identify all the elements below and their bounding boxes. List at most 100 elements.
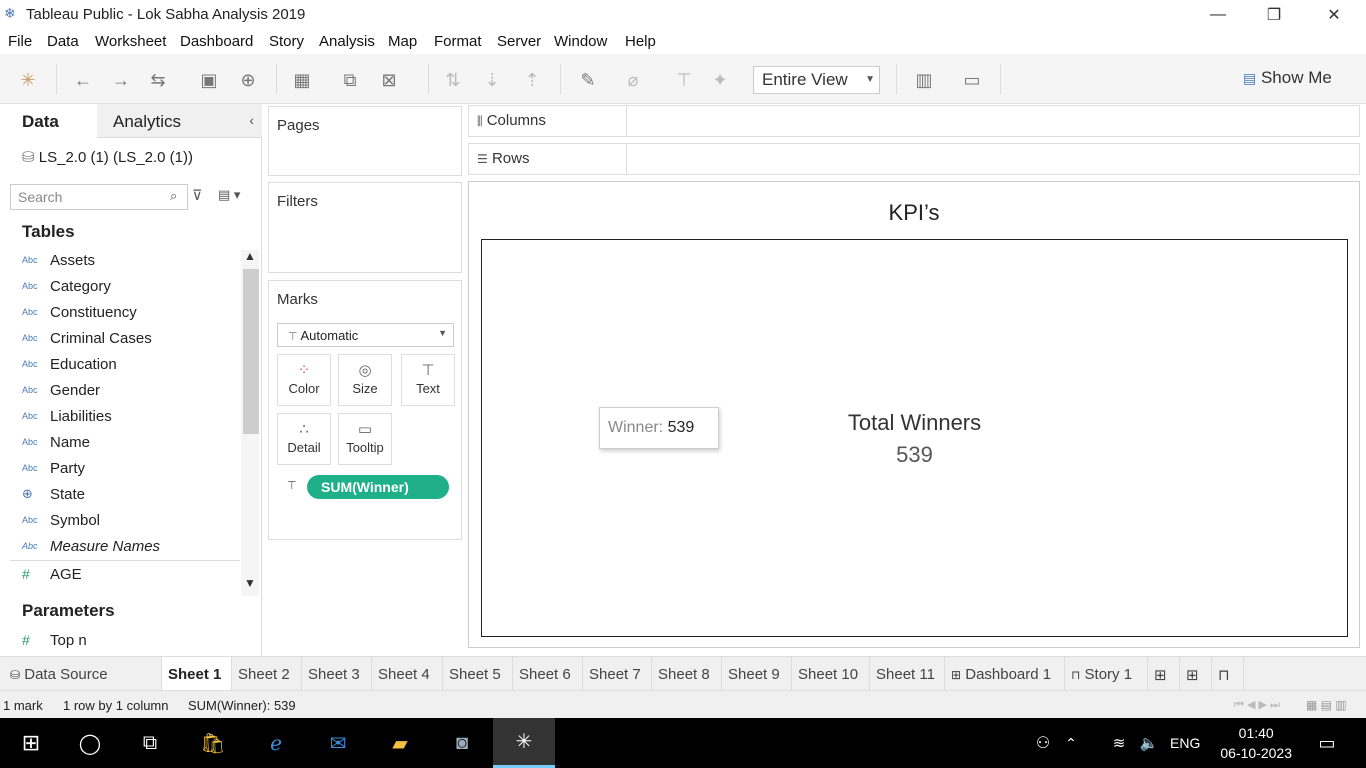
mark-type-select[interactable]: ⊤ Automatic ▼ [277, 323, 454, 347]
rows-shelf[interactable]: ☰ Rows [468, 143, 1360, 175]
camera-icon[interactable]: ◙ [431, 718, 493, 768]
tableau-home-icon[interactable]: ✳ [16, 68, 40, 92]
wifi-icon[interactable]: ≋ [1104, 718, 1134, 768]
scroll-down-icon[interactable]: ▼ [244, 576, 256, 590]
detail-button[interactable]: ∴ Detail [277, 413, 331, 465]
menu-help[interactable]: Help [625, 33, 656, 50]
menu-data[interactable]: Data [47, 33, 79, 50]
parameter-top-n[interactable]: # Top n [22, 627, 87, 653]
color-button[interactable]: ⁘ Color [277, 354, 331, 406]
language-indicator[interactable]: ENG [1170, 735, 1200, 751]
tab-data[interactable]: Data [0, 104, 97, 138]
labels-icon[interactable]: ⊤ [672, 68, 696, 92]
tab-sheet-10[interactable]: Sheet 10 [792, 657, 870, 690]
edge-browser-icon[interactable]: ℯ [245, 718, 307, 768]
duplicate-sheet-icon[interactable]: ⧉ [338, 68, 362, 92]
close-button[interactable]: ✕ [1306, 0, 1362, 30]
collapse-pane-icon[interactable]: ‹ [249, 112, 254, 128]
menu-map[interactable]: Map [388, 33, 417, 50]
tab-sheet-8[interactable]: Sheet 8 [652, 657, 722, 690]
task-view-icon[interactable]: ⧉ [119, 718, 181, 768]
file-explorer-icon[interactable]: ▰ [369, 718, 431, 768]
tab-story-1[interactable]: ⊓ Story 1 [1065, 657, 1148, 690]
datasource-item[interactable]: ⛁ LS_2.0 (1) (LS_2.0 (1)) [22, 148, 193, 166]
tooltip-button[interactable]: ▭ Tooltip [338, 413, 392, 465]
sort-descending-icon[interactable]: ⇡ [520, 68, 544, 92]
menu-window[interactable]: Window [554, 33, 607, 50]
store-icon[interactable]: 🛍 [182, 718, 244, 768]
new-dashboard-tab-icon[interactable]: ⊞ [1180, 657, 1212, 690]
field-category[interactable]: Abc Category [22, 273, 111, 299]
tab-sheet-3[interactable]: Sheet 3 [302, 657, 372, 690]
sheet-sorter-icon[interactable]: ▦ ▤ ▥ [1306, 698, 1347, 712]
view-options-icon[interactable]: ▤ ▾ [218, 187, 240, 203]
field-name-item[interactable]: Abc Name [22, 429, 90, 455]
size-button[interactable]: ◎ Size [338, 354, 392, 406]
field-symbol[interactable]: Abc Symbol [22, 507, 100, 533]
pages-card[interactable]: Pages [268, 106, 462, 176]
notifications-icon[interactable]: ▭ [1296, 718, 1358, 768]
field-gender[interactable]: Abc Gender [22, 377, 100, 403]
search-input[interactable]: Search [10, 184, 188, 210]
redo-icon[interactable]: → [109, 68, 133, 92]
minimize-button[interactable]: — [1190, 0, 1246, 30]
save-icon[interactable]: ▣ [197, 68, 221, 92]
tab-sheet-5[interactable]: Sheet 5 [443, 657, 513, 690]
tab-dashboard-1[interactable]: ⊞ Dashboard 1 [945, 657, 1065, 690]
menu-dashboard[interactable]: Dashboard [180, 33, 253, 50]
menu-format[interactable]: Format [434, 33, 482, 50]
menu-file[interactable]: File [8, 33, 32, 50]
chevron-up-icon[interactable]: ⌃ [1056, 718, 1086, 768]
field-education[interactable]: Abc Education [22, 351, 117, 377]
show-cards-icon[interactable]: ▥ [912, 68, 936, 92]
menu-story[interactable]: Story [269, 33, 304, 50]
field-constituency[interactable]: Abc Constituency [22, 299, 137, 325]
fit-view-select[interactable]: Entire View ▼ [753, 66, 880, 94]
scrollbar-thumb[interactable] [243, 269, 259, 434]
new-story-tab-icon[interactable]: ⊓ [1212, 657, 1244, 690]
search-circle-icon[interactable]: ◯ [59, 718, 121, 768]
field-age[interactable]: # AGE [22, 561, 82, 587]
sum-winner-pill[interactable]: SUM(Winner) [307, 475, 449, 499]
volume-icon[interactable]: 🔈 [1134, 718, 1164, 768]
tab-sheet-4[interactable]: Sheet 4 [372, 657, 443, 690]
new-worksheet-icon[interactable]: ▦ [290, 68, 314, 92]
field-party[interactable]: Abc Party [22, 455, 85, 481]
sheet-nav-icon[interactable]: ⏮ ◀ ▶ ⏭ [1234, 698, 1280, 712]
replace-data-icon[interactable]: ⇆ [146, 68, 170, 92]
columns-shelf[interactable]: ⫼ Columns [468, 105, 1360, 137]
clear-sheet-icon[interactable]: ⊠ [377, 68, 401, 92]
swap-icon[interactable]: ⇅ [441, 68, 465, 92]
tab-data-source[interactable]: ⛁ Data Source [0, 657, 162, 690]
field-measure-names[interactable]: Abc Measure Names [22, 533, 160, 559]
tab-sheet-11[interactable]: Sheet 11 [870, 657, 945, 690]
new-datasource-icon[interactable]: ⊕ [236, 68, 260, 92]
clock[interactable]: 01:40 06-10-2023 [1220, 723, 1292, 763]
group-icon[interactable]: ⌀ [621, 68, 645, 92]
presentation-mode-icon[interactable]: ▭ [960, 68, 984, 92]
filters-card[interactable]: Filters [268, 182, 462, 273]
tab-sheet-7[interactable]: Sheet 7 [583, 657, 652, 690]
field-criminal-cases[interactable]: Abc Criminal Cases [22, 325, 152, 351]
highlight-icon[interactable]: ✎ [576, 68, 600, 92]
windows-start-icon[interactable]: ⊞ [0, 718, 62, 768]
field-liabilities[interactable]: Abc Liabilities [22, 403, 112, 429]
pin-icon[interactable]: ✦ [708, 68, 732, 92]
new-worksheet-tab-icon[interactable]: ⊞ [1148, 657, 1180, 690]
scroll-up-icon[interactable]: ▲ [244, 249, 256, 263]
view-pane[interactable]: Total Winners 539 Winner: 539 [481, 239, 1348, 637]
tab-analytics[interactable]: Analytics ‹ [97, 104, 262, 138]
tab-sheet-1[interactable]: Sheet 1 [162, 657, 232, 690]
field-assets[interactable]: Abc Assets [22, 247, 95, 273]
mail-icon[interactable]: ✉ [307, 718, 369, 768]
menu-analysis[interactable]: Analysis [319, 33, 375, 50]
sort-ascending-icon[interactable]: ⇣ [480, 68, 504, 92]
field-state[interactable]: ⊕ State [22, 481, 85, 507]
menu-worksheet[interactable]: Worksheet [95, 33, 166, 50]
tableau-taskbar-icon[interactable]: ✳ [493, 718, 555, 768]
show-me-button[interactable]: ▤ Show Me [1243, 68, 1332, 88]
text-button[interactable]: ⊤ Text [401, 354, 455, 406]
filter-icon[interactable]: ⊽ [192, 187, 202, 204]
tab-sheet-9[interactable]: Sheet 9 [722, 657, 792, 690]
undo-icon[interactable]: ← [71, 68, 95, 92]
